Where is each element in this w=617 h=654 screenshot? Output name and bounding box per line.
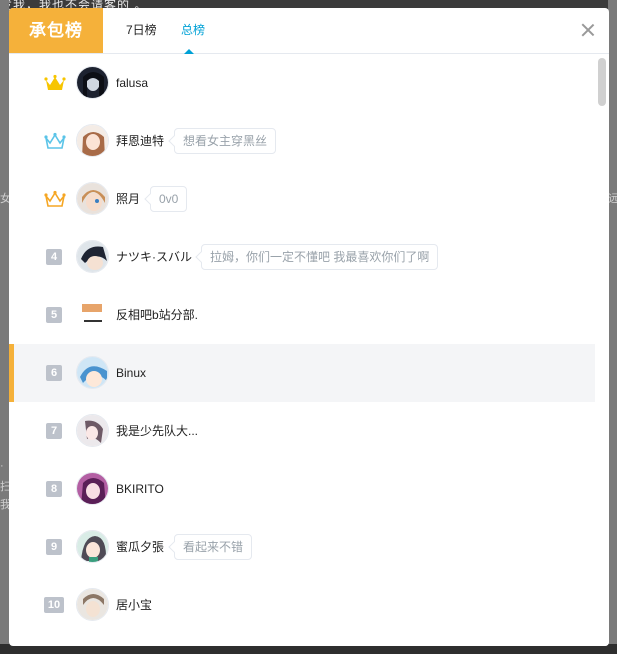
ranking-modal: 承包榜 7日榜 总榜 falusa 拜恩迪特 想看女主穿黑丝 照月 0v0 4 … [9, 8, 609, 646]
modal-title: 承包榜 [9, 8, 103, 53]
ranking-list: falusa 拜恩迪特 想看女主穿黑丝 照月 0v0 4 ナツキ·スバル 拉姆，… [9, 54, 595, 646]
backdrop-right-char: 远 [608, 193, 617, 205]
close-icon[interactable] [580, 22, 596, 38]
ranking-row-2: 拜恩迪特 想看女主穿黑丝 [9, 112, 595, 170]
username[interactable]: BKIRITO [116, 460, 164, 518]
username[interactable]: 蜜瓜夕張 [116, 518, 164, 576]
ranking-row-5: 5 反相吧b站分部. [9, 286, 595, 344]
avatar[interactable] [76, 472, 109, 505]
rank-number: 8 [46, 481, 62, 497]
avatar[interactable] [76, 588, 109, 621]
gold-crown-icon [44, 74, 66, 90]
rank-number: 7 [46, 423, 62, 439]
backdrop-right-strip [608, 0, 617, 654]
rank-number: 5 [46, 307, 62, 323]
avatar[interactable] [76, 298, 109, 331]
username[interactable]: 拜恩迪特 [116, 112, 164, 170]
avatar[interactable] [76, 530, 109, 563]
backdrop-left-strip [0, 0, 9, 654]
ranking-row-4: 4 ナツキ·スバル 拉姆，你们一定不懂吧 我最喜欢你们了啊 [9, 228, 595, 286]
speech-bubble: 看起来不错 [174, 534, 253, 560]
tab-total[interactable]: 总榜 [181, 8, 205, 53]
speech-bubble: 想看女主穿黑丝 [174, 128, 277, 154]
avatar[interactable] [76, 240, 109, 273]
blue-crown-icon [44, 132, 66, 149]
scrollbar-track[interactable] [595, 54, 609, 646]
orange-crown-icon [44, 190, 66, 207]
username[interactable]: 我是少先队大... [116, 402, 198, 460]
speech-bubble: 0v0 [150, 186, 188, 212]
avatar[interactable] [76, 182, 109, 215]
backdrop-left-char-lower-1: · [0, 460, 4, 472]
username[interactable]: ナツキ·スバル [116, 228, 192, 286]
rank-number: 4 [46, 249, 62, 265]
backdrop-left-char-lower-2: 扫 [0, 481, 9, 493]
ranking-row-8: 8 BKIRITO [9, 460, 595, 518]
ranking-row-7: 7 我是少先队大... [9, 402, 595, 460]
rank-number: 9 [46, 539, 62, 555]
username[interactable]: 照月 [116, 170, 140, 228]
scrollbar-thumb[interactable] [598, 58, 606, 106]
ranking-row-1: falusa [9, 54, 595, 112]
avatar[interactable] [76, 66, 109, 99]
ranking-row-3: 照月 0v0 [9, 170, 595, 228]
ranking-row-6-current-user: 6 Binux [9, 344, 595, 402]
ranking-row-9: 9 蜜瓜夕張 看起来不错 [9, 518, 595, 576]
username[interactable]: falusa [116, 54, 148, 112]
avatar[interactable] [76, 414, 109, 447]
rank-number: 6 [46, 365, 62, 381]
username[interactable]: 反相吧b站分部. [116, 286, 198, 344]
tab-7-day[interactable]: 7日榜 [126, 8, 157, 53]
avatar[interactable] [76, 356, 109, 389]
rank-number: 10 [44, 597, 64, 613]
ranking-row-10: 10 居小宝 [9, 576, 595, 634]
username[interactable]: 居小宝 [116, 576, 152, 634]
avatar[interactable] [76, 124, 109, 157]
backdrop-left-char: 女 [0, 193, 9, 205]
modal-header: 承包榜 7日榜 总榜 [9, 8, 609, 54]
backdrop-left-char-lower-3: 我 [0, 499, 9, 511]
speech-bubble: 拉姆，你们一定不懂吧 我最喜欢你们了啊 [201, 244, 439, 270]
username[interactable]: Binux [116, 344, 146, 402]
